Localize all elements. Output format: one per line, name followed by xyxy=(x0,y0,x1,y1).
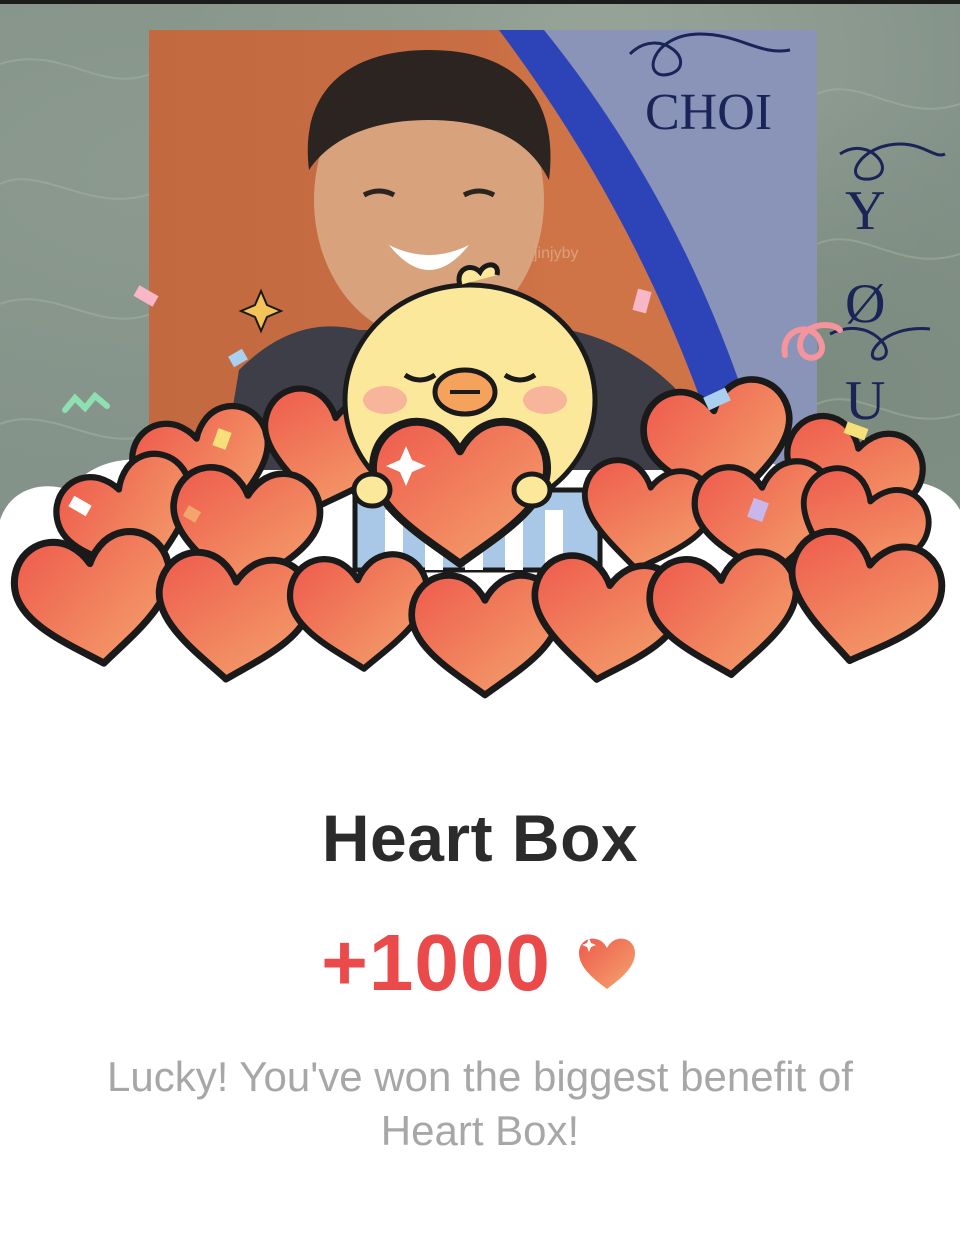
reward-amount-row: +1000 xyxy=(0,918,960,1008)
heart-icon xyxy=(578,938,635,989)
heart-pile-illustration xyxy=(0,262,960,710)
reward-title: Heart Box xyxy=(321,801,639,875)
reward-message: Lucky! You've won the biggest benefit of… xyxy=(107,1053,853,1154)
reward-amount: +1000 xyxy=(321,918,551,1007)
chick-mascot xyxy=(342,262,603,573)
